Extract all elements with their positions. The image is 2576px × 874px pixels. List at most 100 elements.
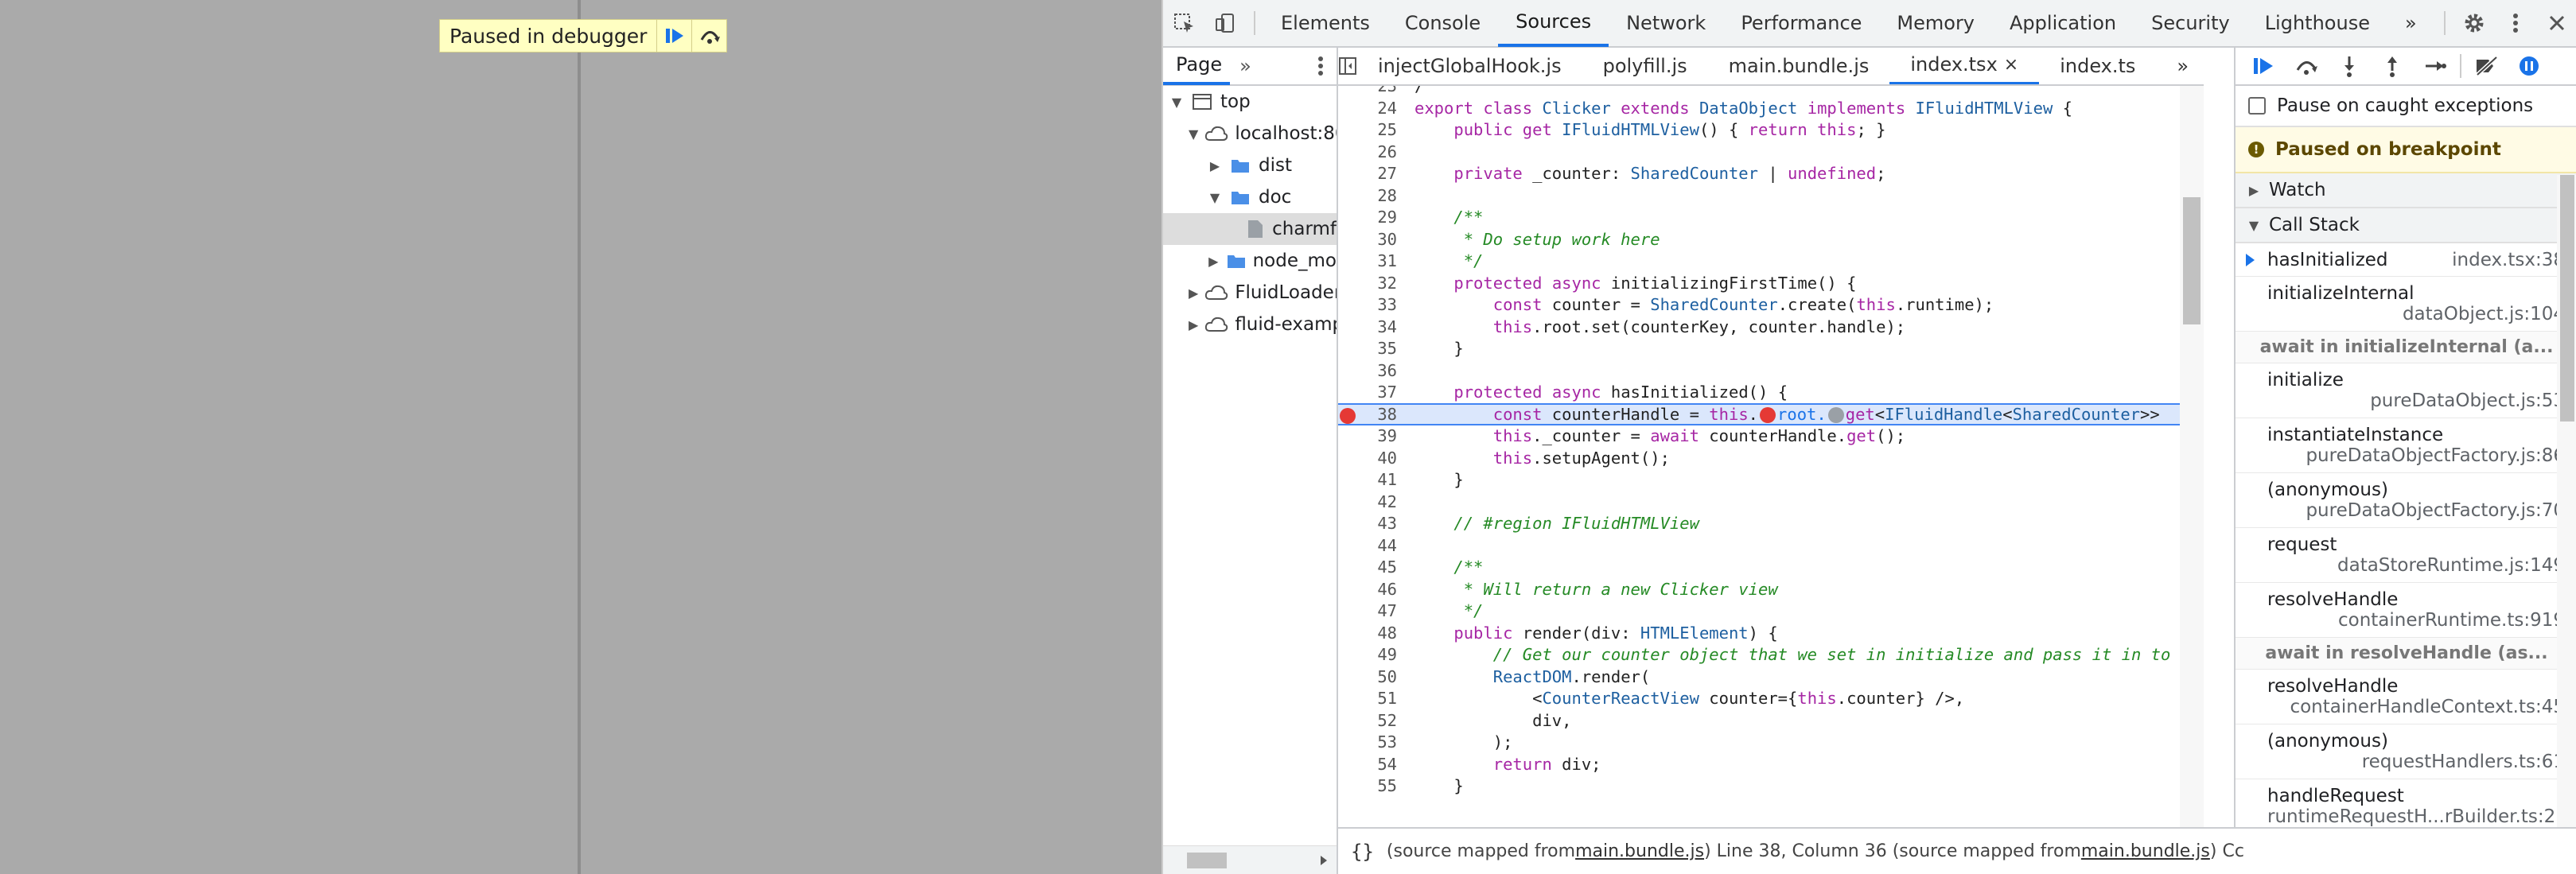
line-number[interactable]: 34	[1338, 317, 1405, 336]
line-number[interactable]: 44	[1338, 536, 1405, 555]
code-line[interactable]: 27 private _counter: SharedCounter | und…	[1338, 162, 2204, 185]
step-into-icon[interactable]	[2328, 48, 2371, 85]
frame-location[interactable]: index.tsx:38	[2452, 250, 2565, 270]
more-editor-tabs-button[interactable]: »	[2156, 48, 2204, 84]
source-map-link[interactable]: main.bundle.js	[2081, 841, 2210, 861]
toggle-navigator-icon[interactable]	[1338, 48, 1357, 84]
call-frame[interactable]: (anonymous) requestHandlers.ts:61	[2236, 724, 2576, 779]
code-line[interactable]: 45 /**	[1338, 556, 2204, 578]
code-line[interactable]: 40 this.setupAgent();	[1338, 447, 2204, 469]
debugger-vertical-scrollbar[interactable]	[2557, 175, 2576, 827]
code-line[interactable]: 53 );	[1338, 731, 2204, 753]
tab-memory[interactable]: Memory	[1879, 0, 1992, 47]
code-line[interactable]: 26	[1338, 141, 2204, 163]
frame-location[interactable]: pureDataObjectFactory.js:70	[2267, 500, 2565, 521]
tab-performance[interactable]: Performance	[1723, 0, 1879, 47]
code-line[interactable]: 55 }	[1338, 775, 2204, 797]
line-number[interactable]: 28	[1338, 186, 1405, 205]
line-number[interactable]: 38	[1338, 405, 1405, 424]
editor-tab-polyfill[interactable]: polyfill.js	[1582, 48, 1708, 84]
line-number[interactable]: 41	[1338, 470, 1405, 489]
gear-icon[interactable]	[2453, 0, 2495, 47]
line-number[interactable]: 48	[1338, 623, 1405, 643]
line-number[interactable]: 33	[1338, 295, 1405, 314]
line-number[interactable]: 50	[1338, 667, 1405, 686]
more-tabs-button[interactable]: »	[2387, 0, 2434, 47]
pretty-print-button[interactable]: {}	[1338, 841, 1387, 863]
line-number[interactable]: 27	[1338, 164, 1405, 183]
close-tab-icon[interactable]: ×	[2004, 55, 2018, 75]
tab-security[interactable]: Security	[2134, 0, 2247, 47]
step-icon[interactable]	[2414, 48, 2457, 85]
line-number[interactable]: 24	[1338, 99, 1405, 118]
code-line[interactable]: 50 ReactDOM.render(	[1338, 666, 2204, 688]
resume-icon[interactable]	[656, 20, 691, 52]
tree-toggle-icon[interactable]: ▶	[1208, 254, 1220, 269]
line-number[interactable]: 39	[1338, 426, 1405, 445]
tree-toggle-icon[interactable]: ▶	[1208, 158, 1222, 173]
call-frame[interactable]: instantiateInstance pureDataObjectFactory…	[2236, 418, 2576, 473]
code-line[interactable]: 24 export class Clicker extends DataObjec…	[1338, 97, 2204, 119]
editor-vertical-scrollbar[interactable]	[2180, 86, 2204, 843]
code-line[interactable]: 47 */	[1338, 600, 2204, 622]
frame-location[interactable]: pureDataObjectFactory.js:86	[2267, 445, 2565, 466]
tree-item[interactable]: ▶ node_mo	[1163, 245, 1337, 277]
execution-line[interactable]: 38 const counterHandle = this. root. get<I…	[1338, 402, 2204, 425]
line-number[interactable]: 37	[1338, 383, 1405, 402]
source-map-link[interactable]: main.bundle.js	[1575, 841, 1704, 861]
code-line[interactable]: 44	[1338, 534, 2204, 557]
tree-toggle-icon[interactable]: ▼	[1169, 95, 1184, 110]
line-number[interactable]: 53	[1338, 732, 1405, 752]
code-line[interactable]: 39 this._counter = await counterHandle.g…	[1338, 425, 2204, 447]
frame-location[interactable]: requestHandlers.ts:61	[2267, 752, 2565, 772]
tab-elements[interactable]: Elements	[1263, 0, 1387, 47]
call-frame[interactable]: (anonymous) pureDataObjectFactory.js:70	[2236, 473, 2576, 528]
deactivate-breakpoints-icon[interactable]	[2465, 48, 2508, 85]
line-number[interactable]: 23	[1338, 86, 1405, 95]
code-line[interactable]: 35 }	[1338, 337, 2204, 359]
step-over-icon[interactable]	[2285, 48, 2328, 85]
line-number[interactable]: 52	[1338, 711, 1405, 730]
editor-tab-main-bundle[interactable]: main.bundle.js	[1708, 48, 1890, 84]
code-line[interactable]: 54 return div;	[1338, 753, 2204, 775]
code-line[interactable]: 36	[1338, 359, 2204, 382]
tree-toggle-icon[interactable]: ▼	[1208, 190, 1222, 205]
editor-tab-index-tsx[interactable]: index.tsx ×	[1889, 48, 2040, 84]
call-frame[interactable]: resolveHandle containerHandleContext.ts:4…	[2236, 670, 2576, 724]
frame-location[interactable]: containerHandleContext.ts:45	[2267, 697, 2565, 717]
line-number[interactable]: 45	[1338, 557, 1405, 577]
line-number[interactable]: 40	[1338, 449, 1405, 468]
call-frame[interactable]: initialize pureDataObject.js:53	[2236, 363, 2576, 418]
code-line[interactable]: 49 // Get our counter object that we set…	[1338, 643, 2204, 666]
tree-item[interactable]: ▶ dist	[1163, 150, 1337, 181]
inline-breakpoint-icon[interactable]	[1760, 406, 1776, 423]
resume-icon[interactable]	[2242, 48, 2285, 85]
inspect-element-icon[interactable]	[1163, 0, 1204, 47]
code-line[interactable]: 30 * Do setup work here	[1338, 228, 2204, 251]
line-number[interactable]: 29	[1338, 208, 1405, 227]
code-line[interactable]: 48 public render(div: HTMLElement) {	[1338, 622, 2204, 644]
frame-location[interactable]: containerRuntime.ts:919	[2267, 610, 2565, 631]
editor-scroll-thumb[interactable]	[2183, 197, 2200, 324]
line-number[interactable]: 32	[1338, 274, 1405, 293]
code-line[interactable]: 34 this.root.set(counterKey, counter.han…	[1338, 316, 2204, 338]
code-line[interactable]: 23 /	[1338, 86, 2204, 97]
code-line[interactable]: 37 protected async hasInitialized() {	[1338, 381, 2204, 403]
tree-item[interactable]: ▶ fluid-examp	[1163, 309, 1337, 340]
tab-console[interactable]: Console	[1387, 0, 1498, 47]
tab-page[interactable]: Page	[1163, 47, 1231, 85]
tree-item[interactable]: ▼ localhost:80	[1163, 118, 1337, 150]
inline-breakpoint-inactive-icon[interactable]	[1827, 406, 1844, 423]
code-line[interactable]: 51 <CounterReactView counter={this.count…	[1338, 687, 2204, 709]
tab-sources[interactable]: Sources	[1498, 0, 1609, 47]
tree-toggle-icon[interactable]: ▶	[1189, 286, 1198, 301]
debugger-scroll-thumb[interactable]	[2560, 175, 2574, 421]
line-number[interactable]: 36	[1338, 361, 1405, 380]
code-line[interactable]: 31 */	[1338, 250, 2204, 272]
call-frame[interactable]: resolveHandle containerRuntime.ts:919	[2236, 583, 2576, 638]
code-line[interactable]: 43 // #region IFluidHTMLView	[1338, 512, 2204, 534]
tab-network[interactable]: Network	[1609, 0, 1723, 47]
line-number[interactable]: 55	[1338, 776, 1405, 795]
editor-tab-index-ts[interactable]: index.ts	[2039, 48, 2156, 84]
line-number[interactable]: 51	[1338, 689, 1405, 708]
